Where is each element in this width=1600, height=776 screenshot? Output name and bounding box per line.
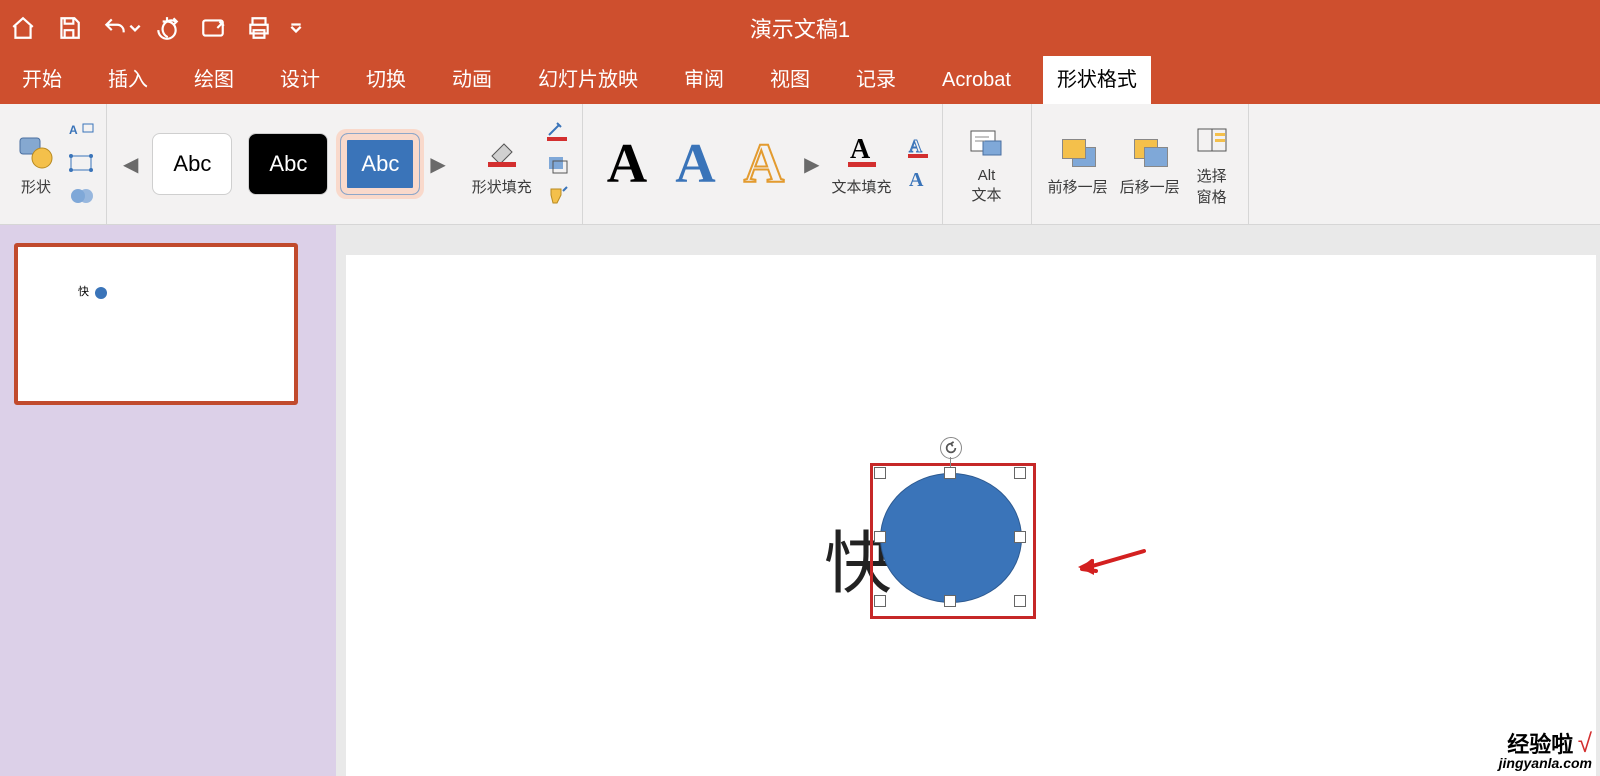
document-title: 演示文稿1 — [750, 12, 850, 44]
alt-text-label-1: Alt — [978, 167, 996, 184]
edit-shape-icon[interactable]: A — [68, 120, 96, 144]
slide-editor-area: 快 — [336, 225, 1600, 776]
print-icon[interactable] — [236, 0, 282, 56]
resize-handle-tm[interactable] — [944, 467, 956, 479]
resize-handle-bl[interactable] — [874, 595, 886, 607]
text-fill-button[interactable]: A 文本填充 — [826, 128, 898, 201]
rotate-handle[interactable] — [940, 437, 962, 459]
tab-design[interactable]: 设计 — [266, 53, 334, 104]
watermark-url: jingyanla.com — [1499, 756, 1592, 770]
wordart-style-1[interactable]: A — [593, 132, 661, 196]
bring-forward-icon — [1058, 132, 1098, 172]
thumb-shape-icon — [95, 287, 107, 299]
customize-qat-icon[interactable] — [282, 0, 310, 56]
group-wordart-styles: A A A ▶ A 文本填充 A A — [583, 104, 943, 224]
svg-text:A: A — [850, 134, 871, 165]
watermark-text: 经验啦 — [1507, 732, 1573, 757]
send-backward-button[interactable]: 后移一层 — [1114, 128, 1186, 201]
selection-pane-button[interactable]: 选择 窗格 — [1186, 117, 1238, 211]
group-shape-styles: ◀ Abc Abc Abc ▶ 形状填充 — [107, 104, 583, 224]
text-outline-icon[interactable]: A — [904, 136, 932, 160]
redo-icon[interactable] — [144, 0, 190, 56]
gallery-next-icon[interactable]: ▶ — [424, 152, 451, 177]
group-accessibility: Alt 文本 — [943, 104, 1032, 224]
resize-handle-br[interactable] — [1014, 595, 1026, 607]
svg-text:A: A — [69, 123, 78, 137]
shape-fill-button[interactable]: 形状填充 — [466, 128, 538, 201]
tab-view[interactable]: 视图 — [756, 53, 824, 104]
alt-text-icon — [967, 123, 1007, 163]
format-painter-icon[interactable] — [544, 184, 572, 208]
bring-forward-label: 前移一层 — [1048, 176, 1108, 197]
resize-handle-tr[interactable] — [1014, 467, 1026, 479]
svg-text:A: A — [909, 169, 924, 191]
svg-text:A: A — [909, 136, 922, 156]
tab-review[interactable]: 审阅 — [670, 53, 738, 104]
wordart-style-2[interactable]: A — [661, 132, 729, 196]
bring-forward-button[interactable]: 前移一层 — [1042, 128, 1114, 201]
home-icon[interactable] — [0, 0, 46, 56]
ribbon: 形状 A ◀ Abc Abc Abc ▶ 形状填充 A A A ▶ — [0, 104, 1600, 225]
ribbon-tabs: 开始 插入 绘图 设计 切换 动画 幻灯片放映 审阅 视图 记录 Acrobat… — [0, 56, 1600, 104]
save-icon[interactable] — [46, 0, 92, 56]
watermark-check-icon: √ — [1578, 728, 1592, 758]
shape-style-3-selected[interactable]: Abc — [340, 133, 420, 195]
shape-fill-label: 形状填充 — [472, 176, 532, 197]
resize-handle-bm[interactable] — [944, 595, 956, 607]
quick-access-toolbar: 演示文稿1 — [0, 0, 1600, 56]
send-backward-label: 后移一层 — [1120, 176, 1180, 197]
tab-record[interactable]: 记录 — [842, 53, 910, 104]
shapes-icon — [16, 132, 56, 172]
slide-canvas[interactable]: 快 — [346, 255, 1596, 776]
tab-draw[interactable]: 绘图 — [180, 53, 248, 104]
gallery-prev-icon[interactable]: ◀ — [117, 152, 144, 177]
send-backward-icon — [1130, 132, 1170, 172]
alt-text-label-2: 文本 — [972, 184, 1002, 205]
text-fill-icon: A — [842, 132, 882, 172]
merge-shapes-icon[interactable] — [68, 184, 96, 208]
selection-pane-label-2: 窗格 — [1197, 186, 1227, 207]
tab-slideshow[interactable]: 幻灯片放映 — [524, 53, 652, 104]
shapes-label: 形状 — [21, 176, 51, 197]
tab-shape-format[interactable]: 形状格式 — [1043, 53, 1151, 104]
shape-outline-icon[interactable] — [544, 120, 572, 144]
wordart-style-3[interactable]: A — [730, 132, 798, 196]
text-fill-label: 文本填充 — [832, 176, 892, 197]
shape-style-1[interactable]: Abc — [152, 133, 232, 195]
text-box-icon[interactable] — [68, 152, 96, 176]
tab-insert[interactable]: 插入 — [94, 53, 162, 104]
text-effects-icon[interactable]: A — [904, 168, 932, 192]
slide-thumbnail-1[interactable]: 快 — [14, 243, 298, 405]
oval-shape-body[interactable] — [880, 473, 1022, 603]
tab-animations[interactable]: 动画 — [438, 53, 506, 104]
tab-transitions[interactable]: 切换 — [352, 53, 420, 104]
watermark: 经验啦 √ jingyanla.com — [1499, 730, 1592, 770]
resize-handle-ml[interactable] — [874, 531, 886, 543]
selected-oval-shape[interactable] — [880, 473, 1020, 601]
shape-fill-icon — [482, 132, 522, 172]
selection-pane-icon — [1192, 121, 1232, 161]
tab-home[interactable]: 开始 — [8, 53, 76, 104]
workspace: 快 快 — [0, 225, 1600, 776]
group-insert-shapes: 形状 A — [0, 104, 107, 224]
group-arrange: 前移一层 后移一层 选择 窗格 — [1032, 104, 1249, 224]
shape-style-2[interactable]: Abc — [248, 133, 328, 195]
tab-acrobat[interactable]: Acrobat — [928, 59, 1025, 104]
touch-mode-icon[interactable] — [190, 0, 236, 56]
shapes-button[interactable]: 形状 — [10, 128, 62, 201]
resize-handle-mr[interactable] — [1014, 531, 1026, 543]
slide-thumbnail-panel: 快 — [0, 225, 336, 776]
selection-pane-label-1: 选择 — [1197, 165, 1227, 186]
undo-dropdown-icon[interactable] — [126, 0, 144, 56]
thumb-text: 快 — [78, 283, 89, 299]
alt-text-button[interactable]: Alt 文本 — [961, 119, 1013, 209]
wordart-gallery-next-icon[interactable]: ▶ — [798, 152, 825, 177]
annotation-arrow-icon — [1076, 547, 1146, 582]
resize-handle-tl[interactable] — [874, 467, 886, 479]
shape-effects-icon[interactable] — [544, 152, 572, 176]
